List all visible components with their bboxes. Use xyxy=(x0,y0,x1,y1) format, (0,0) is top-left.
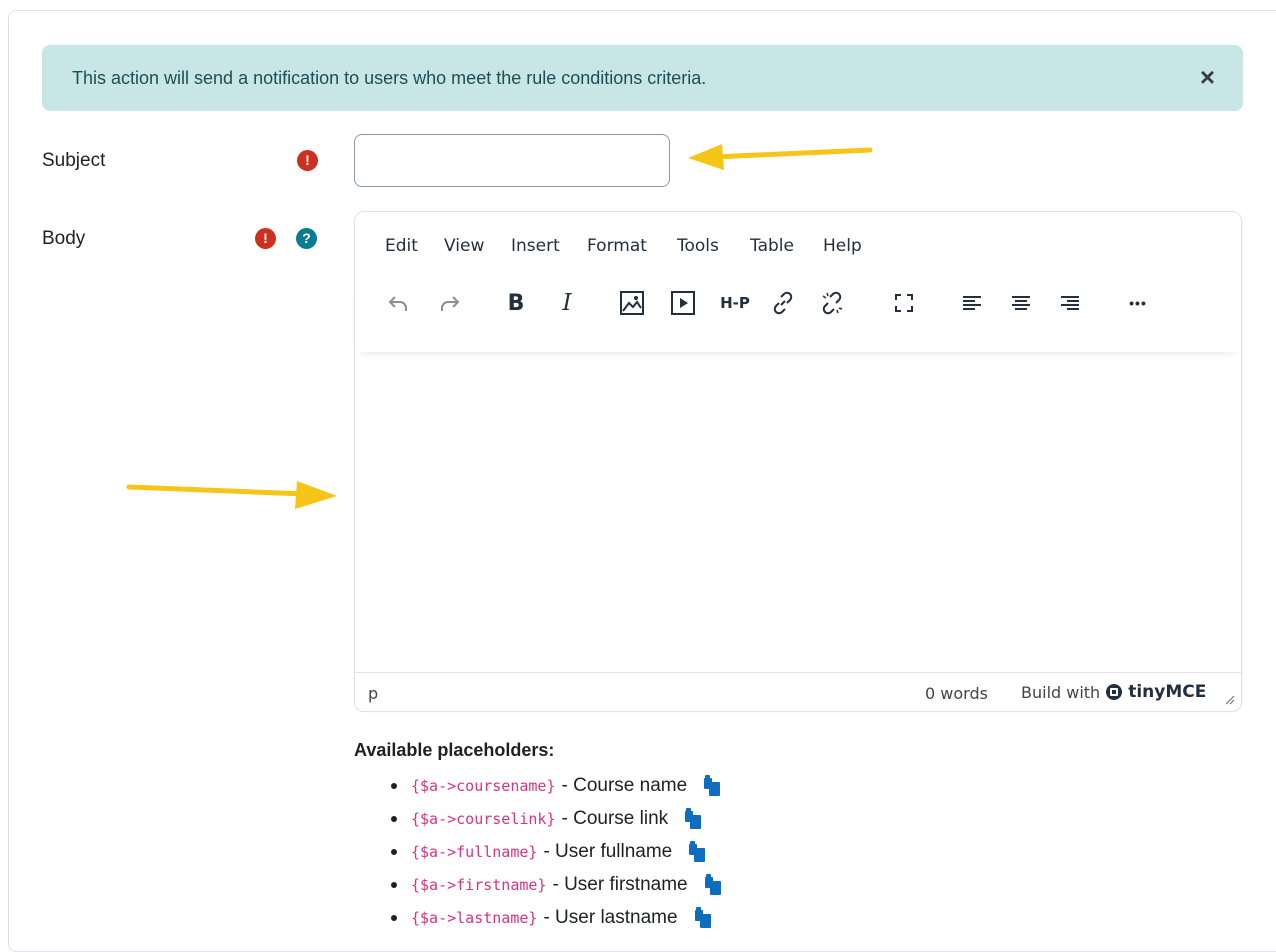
unlink-icon[interactable] xyxy=(817,288,847,318)
align-left-icon[interactable] xyxy=(957,288,987,318)
menu-format[interactable]: Format xyxy=(587,236,647,256)
word-count[interactable]: 0 words xyxy=(925,684,988,703)
menu-table[interactable]: Table xyxy=(750,236,794,256)
undo-icon[interactable] xyxy=(383,288,413,318)
bold-icon[interactable]: B xyxy=(503,288,529,318)
subject-label: Subject xyxy=(42,150,106,171)
more-icon[interactable]: ••• xyxy=(1123,288,1153,318)
list-item: {$a->firstname} - User firstname xyxy=(354,868,724,901)
help-icon[interactable]: ? xyxy=(296,228,317,249)
menu-tools[interactable]: Tools xyxy=(677,236,719,256)
redo-icon[interactable] xyxy=(435,288,465,318)
body-label: Body xyxy=(42,228,86,249)
element-path[interactable]: p xyxy=(368,684,378,703)
link-icon[interactable] xyxy=(768,288,798,318)
tinymce-branding[interactable]: Build with tinyMCE xyxy=(1021,682,1206,702)
editor-content-area[interactable] xyxy=(355,352,1241,674)
placeholders-section: Available placeholders: {$a->coursename}… xyxy=(354,740,724,934)
placeholder-desc: - Course name xyxy=(561,774,688,796)
resize-handle-icon[interactable] xyxy=(1225,695,1235,705)
editor-menubar: Edit View Insert Format Tools Table Help xyxy=(355,212,1241,280)
placeholder-code: {$a->courselink} xyxy=(411,809,556,828)
italic-icon[interactable]: I xyxy=(554,288,580,318)
annotation-arrow xyxy=(126,481,337,509)
list-item: {$a->lastname} - User lastname xyxy=(354,901,724,934)
placeholder-desc: - Course link xyxy=(561,807,669,829)
list-item: {$a->courselink} - Course link xyxy=(354,802,724,835)
copy-icon[interactable] xyxy=(694,906,714,929)
placeholder-code: {$a->coursename} xyxy=(411,776,556,795)
h5p-icon[interactable]: H-P xyxy=(713,288,757,318)
align-center-icon[interactable] xyxy=(1006,288,1036,318)
menu-edit[interactable]: Edit xyxy=(385,236,418,256)
required-icon: ! xyxy=(255,228,276,249)
required-icon: ! xyxy=(297,150,318,171)
tinymce-logo-icon xyxy=(1106,684,1123,700)
subject-input[interactable] xyxy=(354,134,670,187)
alert-message: This action will send a notification to … xyxy=(72,68,707,88)
media-icon[interactable] xyxy=(668,288,698,318)
close-icon[interactable]: × xyxy=(1200,63,1215,91)
copy-icon[interactable] xyxy=(703,774,723,797)
annotation-arrow xyxy=(688,144,873,170)
editor-toolbar: B I H-P ••• xyxy=(355,280,1241,352)
editor-statusbar: p 0 words Build with tinyMCE xyxy=(355,672,1241,711)
menu-view[interactable]: View xyxy=(444,236,484,256)
list-item: {$a->fullname} - User fullname xyxy=(354,835,724,868)
info-alert: This action will send a notification to … xyxy=(42,45,1243,111)
align-right-icon[interactable] xyxy=(1055,288,1085,318)
fullscreen-icon[interactable] xyxy=(889,288,919,318)
copy-icon[interactable] xyxy=(704,873,724,896)
copy-icon[interactable] xyxy=(684,807,704,830)
rich-text-editor: Edit View Insert Format Tools Table Help… xyxy=(354,211,1242,712)
list-item: {$a->coursename} - Course name xyxy=(354,769,724,802)
placeholder-code: {$a->fullname} xyxy=(411,842,538,861)
placeholder-desc: - User firstname xyxy=(552,873,688,895)
placeholder-code: {$a->firstname} xyxy=(411,875,547,894)
placeholder-desc: - User fullname xyxy=(543,840,673,862)
menu-help[interactable]: Help xyxy=(823,236,862,256)
copy-icon[interactable] xyxy=(688,840,708,863)
placeholder-desc: - User lastname xyxy=(543,906,678,928)
placeholders-list: {$a->coursename} - Course name {$a->cour… xyxy=(354,769,724,934)
placeholders-title: Available placeholders: xyxy=(354,740,555,760)
image-icon[interactable] xyxy=(617,288,647,318)
brand-prefix: Build with xyxy=(1021,682,1101,702)
brand-name: tinyMCE xyxy=(1128,682,1207,702)
placeholder-code: {$a->lastname} xyxy=(411,908,538,927)
menu-insert[interactable]: Insert xyxy=(511,236,560,256)
